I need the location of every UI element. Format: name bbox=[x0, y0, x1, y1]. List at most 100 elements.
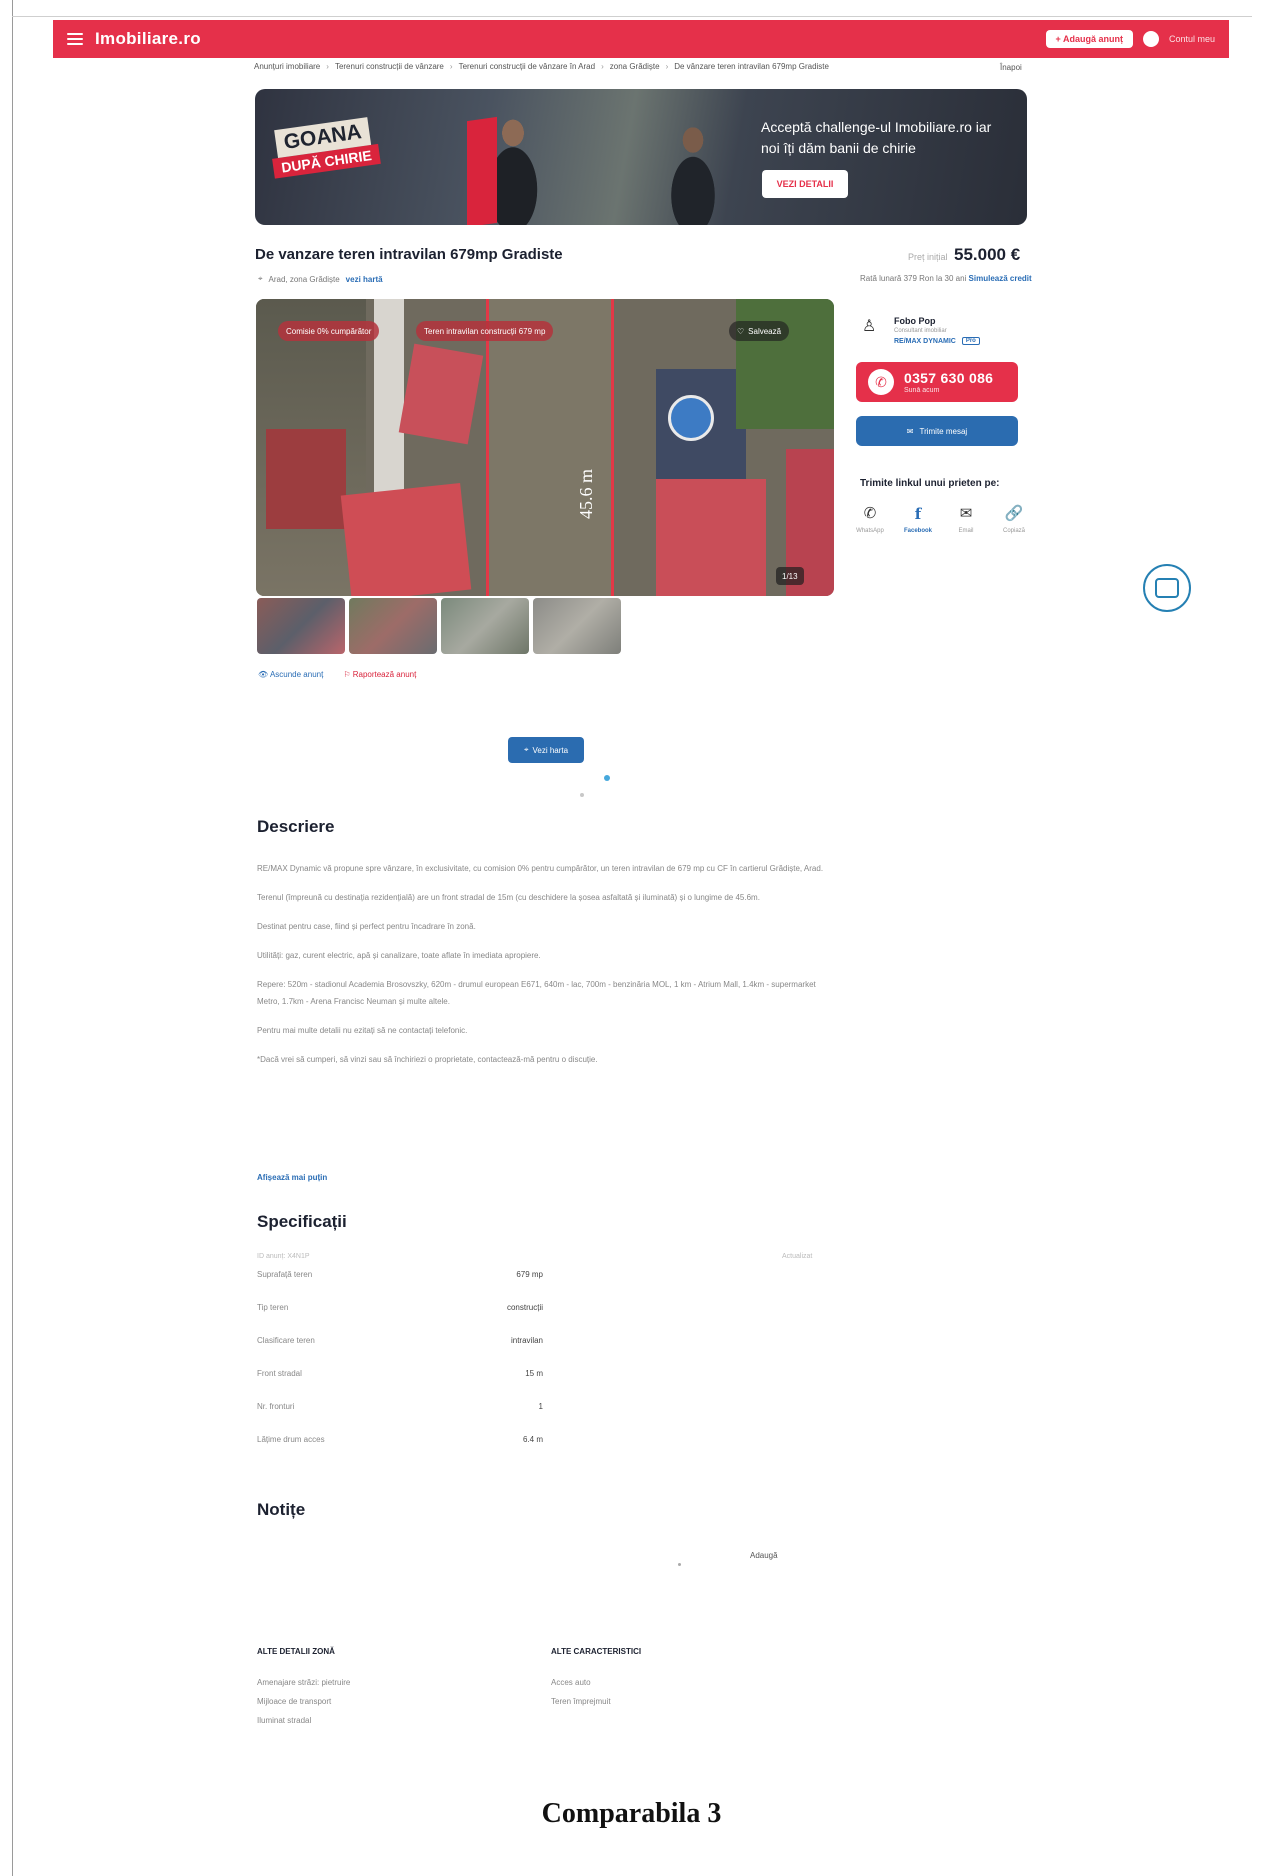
header-actions: + Adaugă anunț Contul meu bbox=[1045, 30, 1215, 48]
breadcrumb-item[interactable]: Terenuri construcții de vânzare bbox=[335, 62, 444, 71]
list-item: Acces auto bbox=[551, 1678, 591, 1687]
save-listing-button[interactable]: ♡ Salvează bbox=[729, 321, 790, 341]
thumbnail[interactable] bbox=[257, 598, 345, 654]
share-label: Facebook bbox=[904, 528, 933, 534]
thumbnail-strip bbox=[257, 598, 621, 654]
credit-row: Rată lunară 379 Ron la 30 ani Simulează … bbox=[860, 274, 1032, 283]
listing-title: De vanzare teren intravilan 679mp Gradis… bbox=[255, 246, 563, 263]
description-paragraph: Destinat pentru case, fiind și perfect p… bbox=[257, 922, 476, 931]
list-item: Mijloace de transport bbox=[257, 1697, 332, 1706]
listing-price: 55.000 € bbox=[954, 245, 1021, 264]
thumbnail[interactable] bbox=[533, 598, 621, 654]
breadcrumb-item: De vânzare teren intravilan 679mp Gradis… bbox=[674, 62, 829, 71]
send-message-button[interactable]: ✉ Trimite mesaj bbox=[856, 416, 1018, 446]
site-logo[interactable]: Imobiliare.ro bbox=[95, 29, 201, 49]
agency-row: RE/MAX DYNAMIC Pro bbox=[894, 337, 980, 345]
land-type-pill: Teren intravilan construcții 679 mp bbox=[416, 321, 554, 341]
main-photo[interactable]: 45.6 m Comisie 0% cumpărător Teren intra… bbox=[256, 299, 834, 596]
breadcrumb-item[interactable]: Terenuri construcții de vânzare în Arad bbox=[459, 62, 596, 71]
breadcrumb: Anunțuri imobiliare › Terenuri construcți… bbox=[254, 62, 829, 71]
spec-key: Lățime drum acces bbox=[257, 1435, 325, 1444]
send-message-label: Trimite mesaj bbox=[919, 426, 968, 436]
listing-id: ID anunț: X4N1P bbox=[257, 1253, 310, 1260]
list-item: Amenajare străzi: pietruire bbox=[257, 1678, 351, 1687]
share-options: ✆ WhatsApp f Facebook ✉ Email 🔗 Copiază bbox=[856, 504, 1028, 534]
agent-name[interactable]: Fobo Pop bbox=[894, 316, 980, 326]
report-listing-link[interactable]: ⚐ Raportează anunț bbox=[343, 670, 416, 679]
breadcrumb-item[interactable]: zona Grădiște bbox=[610, 62, 660, 71]
description-paragraph: Utilități: gaz, curent electric, apă și … bbox=[257, 951, 541, 960]
message-icon: ✉ bbox=[906, 426, 914, 436]
email-icon: ✉ bbox=[959, 505, 973, 522]
spec-row: Lățime drum acces 6.4 m bbox=[257, 1435, 543, 1468]
updated-label: Actualizat bbox=[782, 1253, 813, 1260]
add-listing-button[interactable]: + Adaugă anunț bbox=[1045, 30, 1133, 48]
plot-measure-label: 45.6 m bbox=[576, 468, 596, 519]
breadcrumb-item[interactable]: Anunțuri imobiliare bbox=[254, 62, 320, 71]
promo-banner[interactable]: GOANA DUPĂ CHIRIE Acceptă challenge-ul I… bbox=[255, 89, 1027, 225]
notes-title: Notițe bbox=[257, 1500, 306, 1519]
share-copy-link[interactable]: 🔗 Copiază bbox=[1000, 504, 1028, 534]
spec-value: construcții bbox=[506, 1303, 543, 1312]
call-button[interactable]: ✆ 0357 630 086 Sună acum bbox=[856, 362, 1018, 402]
hamburger-menu-icon[interactable] bbox=[67, 33, 83, 45]
facebook-icon: f bbox=[914, 505, 922, 523]
other-zone-list: Amenajare străzi: pietruire Mijloace de … bbox=[257, 1673, 350, 1730]
show-less-link[interactable]: Afișează mai puțin bbox=[257, 1173, 327, 1182]
agent-card: ♙ Fobo Pop Consultant imobiliar RE/MAX D… bbox=[862, 316, 980, 345]
listing-actions: 👁 Ascunde anunț ⚐ Raportează anunț bbox=[258, 670, 416, 679]
user-avatar-icon[interactable] bbox=[1142, 31, 1159, 47]
map-pin-icon: ⌖ bbox=[523, 745, 529, 754]
simulate-credit-link[interactable]: Simulează credit bbox=[969, 274, 1032, 283]
plot-outline bbox=[486, 299, 614, 596]
agency-name[interactable]: RE/MAX DYNAMIC bbox=[894, 338, 956, 345]
phone-sub-label: Sună acum bbox=[904, 387, 940, 394]
price-initial-label: Preț inițial bbox=[908, 252, 948, 262]
specs-table: Suprafață teren 679 mp Tip teren construcț… bbox=[257, 1270, 543, 1468]
commission-pill: Comisie 0% cumpărător bbox=[278, 321, 380, 341]
share-label: Copiază bbox=[1002, 528, 1025, 534]
hide-listing-link[interactable]: 👁 Ascunde anunț bbox=[258, 670, 323, 679]
description-paragraph: Terenul (împreună cu destinația rezidenț… bbox=[257, 893, 760, 902]
spec-key: Tip teren bbox=[257, 1303, 289, 1312]
share-facebook[interactable]: f Facebook bbox=[904, 504, 932, 534]
banner-details-button[interactable]: VEZI DETALII bbox=[762, 170, 848, 198]
spec-key: Front stradal bbox=[257, 1369, 302, 1378]
flag-icon: ⚐ bbox=[343, 670, 351, 679]
spec-value: intravilan bbox=[510, 1336, 543, 1345]
specs-title: Specificații bbox=[257, 1212, 347, 1231]
carousel-dot[interactable] bbox=[580, 793, 584, 797]
page-frame-top bbox=[12, 16, 1252, 17]
spec-row: Tip teren construcții bbox=[257, 1303, 543, 1336]
banner-flag bbox=[467, 116, 497, 225]
list-item: Iluminat stradal bbox=[257, 1716, 312, 1725]
hide-listing-label: Ascunde anunț bbox=[269, 670, 324, 679]
phone-icon: ✆ bbox=[868, 369, 894, 395]
spec-key: Nr. fronturi bbox=[257, 1402, 295, 1411]
eye-icon: 👁 bbox=[258, 670, 269, 679]
thumbnail[interactable] bbox=[349, 598, 437, 654]
add-note-button[interactable]: Adaugă bbox=[750, 1551, 778, 1560]
account-label[interactable]: Contul meu bbox=[1169, 34, 1215, 44]
carousel-dot-active[interactable] bbox=[604, 775, 610, 781]
description-title: Descriere bbox=[257, 817, 335, 836]
spec-value: 1 bbox=[538, 1402, 543, 1411]
description-paragraph: Pentru mai multe detalii nu ezitați să n… bbox=[257, 1026, 468, 1035]
description-paragraph: *Dacă vrei să cumperi, să vinzi sau să î… bbox=[257, 1055, 598, 1064]
location-text: Arad, zona Grădiște bbox=[268, 274, 340, 284]
thumbnail[interactable] bbox=[441, 598, 529, 654]
whatsapp-icon: ✆ bbox=[863, 505, 877, 522]
spec-value: 679 mp bbox=[516, 1270, 543, 1279]
description-body: RE/MAX Dynamic vă propune spre vânzare, … bbox=[257, 860, 837, 1080]
agency-logo-icon: ♙ bbox=[862, 318, 877, 335]
share-whatsapp[interactable]: ✆ WhatsApp bbox=[856, 504, 884, 534]
banner-badge: GOANA DUPĂ CHIRIE bbox=[272, 116, 381, 179]
chat-button[interactable] bbox=[1143, 564, 1191, 612]
view-map-button[interactable]: ⌖ Vezi harta bbox=[508, 737, 584, 763]
other-features-title: ALTE CARACTERISTICI bbox=[551, 1647, 642, 1656]
see-map-link[interactable]: vezi hartă bbox=[346, 275, 383, 284]
view-map-label: Vezi harta bbox=[532, 745, 569, 755]
link-icon: 🔗 bbox=[1004, 505, 1024, 522]
share-email[interactable]: ✉ Email bbox=[952, 504, 980, 534]
back-link[interactable]: Înapoi bbox=[1000, 63, 1022, 72]
